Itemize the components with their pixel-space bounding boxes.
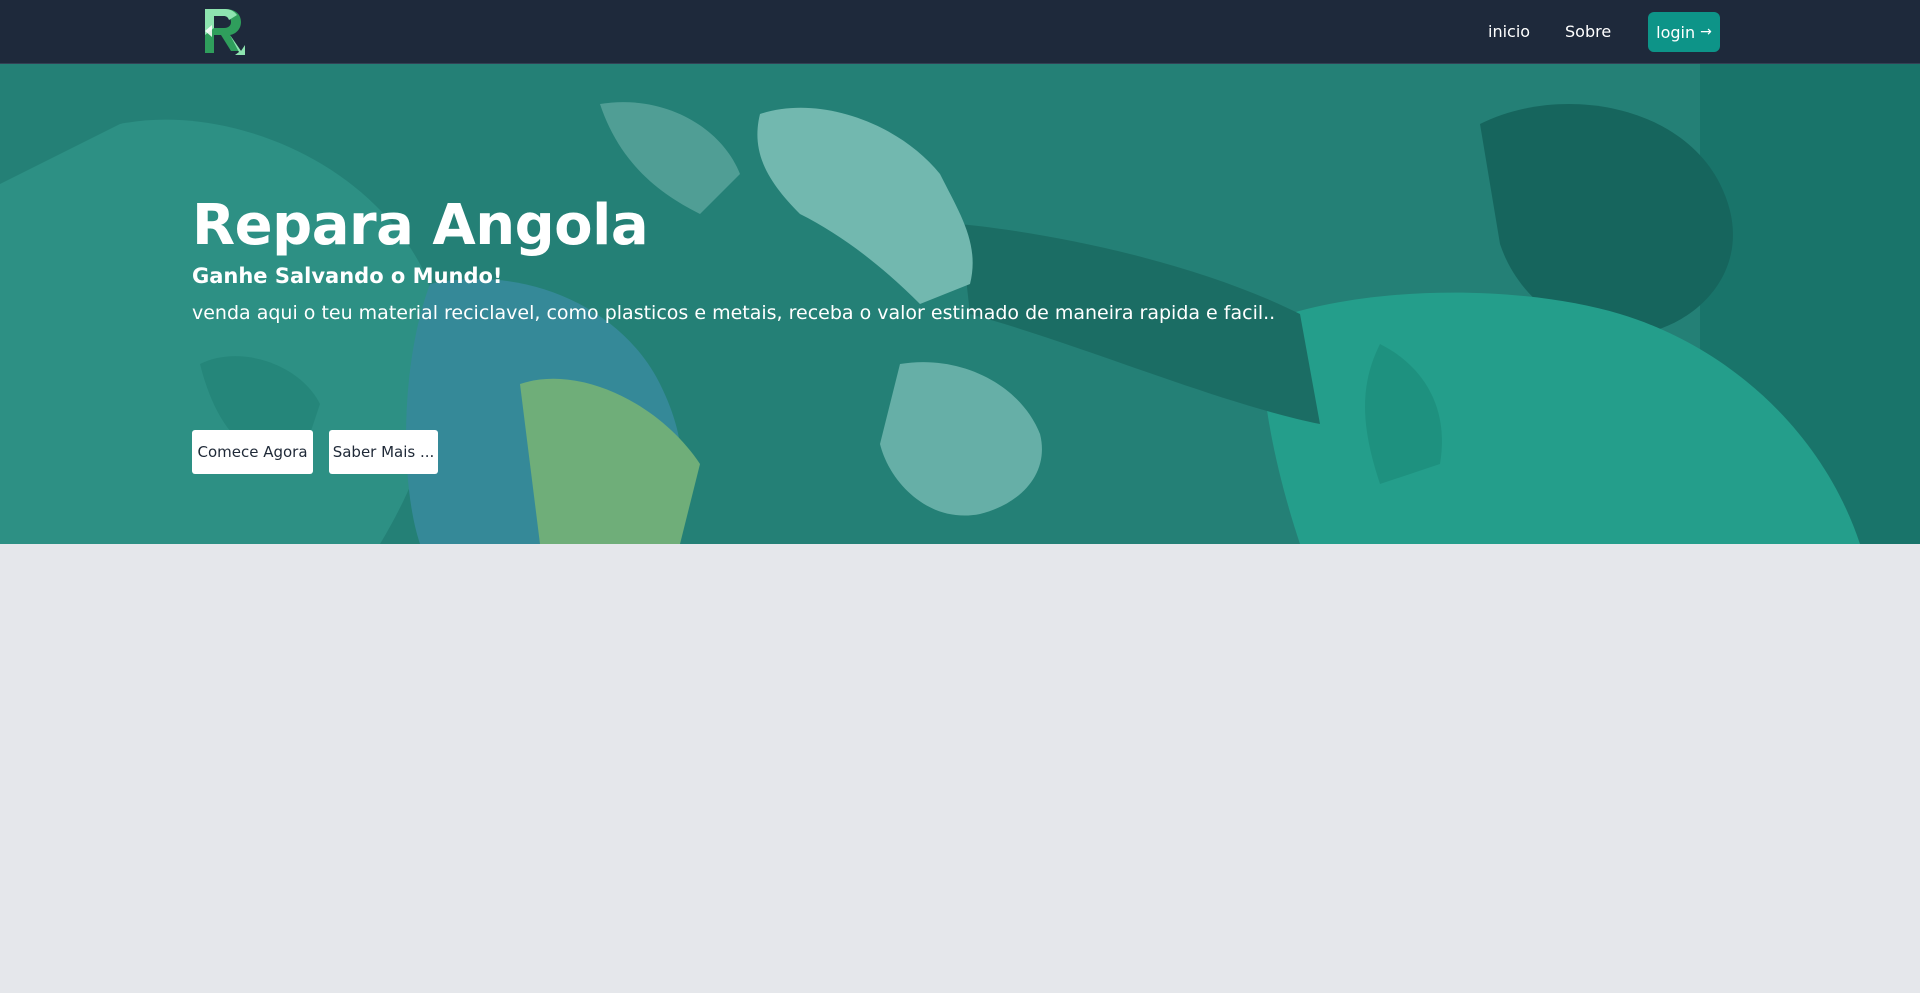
nav-link-inicio[interactable]: inicio — [1488, 20, 1530, 44]
login-button[interactable]: login → — [1648, 12, 1720, 52]
hero-content: Repara Angola Ganhe Salvando o Mundo! ve… — [192, 190, 1492, 474]
recycle-r-logo-icon[interactable] — [203, 7, 245, 55]
hero-subtitle: Ganhe Salvando o Mundo! — [192, 264, 503, 288]
learn-more-button[interactable]: Saber Mais ... — [329, 430, 438, 474]
hero-title: Repara Angola — [192, 193, 649, 258]
main-content-area — [0, 544, 1920, 993]
login-button-label: login — [1656, 22, 1696, 42]
navbar: inicio Sobre login → — [0, 0, 1920, 64]
hero-description: venda aqui o teu material reciclavel, co… — [192, 302, 1276, 324]
start-now-button[interactable]: Comece Agora — [192, 430, 313, 474]
nav-link-sobre[interactable]: Sobre — [1565, 20, 1611, 44]
hero-buttons: Comece Agora Saber Mais ... — [192, 430, 438, 474]
arrow-right-icon: → — [1700, 24, 1712, 40]
hero-banner: Repara Angola Ganhe Salvando o Mundo! ve… — [0, 64, 1920, 544]
